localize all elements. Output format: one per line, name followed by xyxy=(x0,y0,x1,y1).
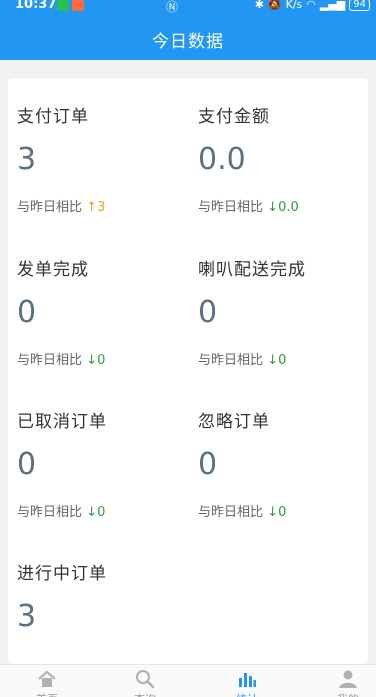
stat-value: 0 xyxy=(198,295,218,330)
stat-cancelled-orders[interactable]: 已取消订单 0 与昨日相比 ↓0 xyxy=(17,407,197,520)
signal-icon: ▂▄▆ xyxy=(319,0,346,11)
tab-statistics[interactable]: 统计 xyxy=(200,665,294,697)
trend-down-icon: ↓ xyxy=(267,505,279,520)
stat-label: 忽略订单 xyxy=(198,412,270,432)
notification-icons xyxy=(57,0,84,11)
trend-value: 0.0 xyxy=(278,200,299,215)
trend-value: 0 xyxy=(278,505,287,520)
stat-label: 进行中订单 xyxy=(17,564,107,584)
trend-value: 0 xyxy=(97,353,106,368)
stat-value: 0 xyxy=(17,295,37,330)
bottom-tab-bar: 首页 查询 统计 我的 xyxy=(0,664,376,697)
stat-compare: 与昨日相比 ↓0 xyxy=(198,349,286,368)
trend-value: 3 xyxy=(97,200,106,215)
trend-down-icon: ↓ xyxy=(86,505,98,520)
compare-label: 与昨日相比 xyxy=(198,353,264,368)
mute-icon: 🔕 xyxy=(267,0,282,11)
home-icon xyxy=(38,670,56,687)
stat-label: 发单完成 xyxy=(17,260,89,280)
stat-in-progress-orders[interactable]: 进行中订单 3 xyxy=(17,559,197,634)
stat-compare: 与昨日相比 ↓0.0 xyxy=(198,196,299,215)
stat-label: 支付金额 xyxy=(198,107,270,127)
trend-down-icon: ↓ xyxy=(267,353,279,368)
tab-home[interactable]: 首页 xyxy=(0,665,94,697)
trend-value: 0 xyxy=(97,505,106,520)
app-bar: 今日数据 xyxy=(0,16,376,60)
page-title: 今日数据 xyxy=(152,32,224,52)
tab-search[interactable]: 查询 xyxy=(98,665,192,697)
tab-profile[interactable]: 我的 xyxy=(301,665,376,697)
stat-compare: 与昨日相比 ↓0 xyxy=(17,349,105,368)
wifi-icon: ◠ xyxy=(306,0,316,11)
stat-value: 3 xyxy=(17,142,37,177)
status-bar: 10:37 Ⓝ ✱ 🔕 K/s ◠ ▂▄▆ 94 xyxy=(0,0,376,16)
bar-chart-icon xyxy=(239,673,256,687)
user-icon xyxy=(339,670,357,688)
stat-compare: 与昨日相比 ↑3 xyxy=(17,196,105,215)
stat-compare: 与昨日相比 ↓0 xyxy=(17,501,105,520)
stat-label: 喇叭配送完成 xyxy=(198,260,306,280)
stat-value: 3 xyxy=(17,599,37,634)
network-speed: K/s xyxy=(285,0,303,11)
stat-paid-orders[interactable]: 支付订单 3 与昨日相比 ↑3 xyxy=(17,102,197,215)
battery-icon: 94 xyxy=(349,0,370,11)
stat-ignored-orders[interactable]: 忽略订单 0 与昨日相比 ↓0 xyxy=(198,407,376,520)
tab-label: 首页 xyxy=(0,691,94,697)
stat-compare: 与昨日相比 ↓0 xyxy=(198,501,286,520)
trend-up-icon: ↑ xyxy=(86,200,98,215)
tab-label: 我的 xyxy=(301,691,376,697)
tab-label: 查询 xyxy=(98,691,192,697)
system-icons: ✱ 🔕 K/s ◠ ▂▄▆ 94 xyxy=(255,0,370,11)
stat-paid-amount[interactable]: 支付金额 0.0 与昨日相比 ↓0.0 xyxy=(198,102,376,215)
bluetooth-icon: ✱ xyxy=(254,0,264,11)
search-icon xyxy=(136,670,155,689)
trend-down-icon: ↓ xyxy=(267,200,279,215)
wechat-icon xyxy=(57,0,69,11)
stats-card: 支付订单 3 与昨日相比 ↑3 支付金额 0.0 与昨日相比 ↓0.0 发单完成… xyxy=(8,78,368,664)
compare-label: 与昨日相比 xyxy=(198,505,264,520)
stat-value: 0 xyxy=(17,447,37,482)
nfc-icon: Ⓝ xyxy=(166,0,179,14)
compare-label: 与昨日相比 xyxy=(17,505,83,520)
stat-dispatch-completed[interactable]: 发单完成 0 与昨日相比 ↓0 xyxy=(17,255,197,368)
trend-value: 0 xyxy=(278,353,287,368)
compare-label: 与昨日相比 xyxy=(198,200,264,215)
stat-speaker-delivery-completed[interactable]: 喇叭配送完成 0 与昨日相比 ↓0 xyxy=(198,255,376,368)
stat-label: 已取消订单 xyxy=(17,412,107,432)
compare-label: 与昨日相比 xyxy=(17,353,83,368)
stat-value: 0 xyxy=(198,447,218,482)
stat-value: 0.0 xyxy=(198,142,246,177)
stat-label: 支付订单 xyxy=(17,107,89,127)
status-time: 10:37 xyxy=(15,0,57,12)
app-notification-icon xyxy=(72,0,84,11)
tab-label: 统计 xyxy=(200,691,294,697)
trend-down-icon: ↓ xyxy=(86,353,98,368)
compare-label: 与昨日相比 xyxy=(17,200,83,215)
